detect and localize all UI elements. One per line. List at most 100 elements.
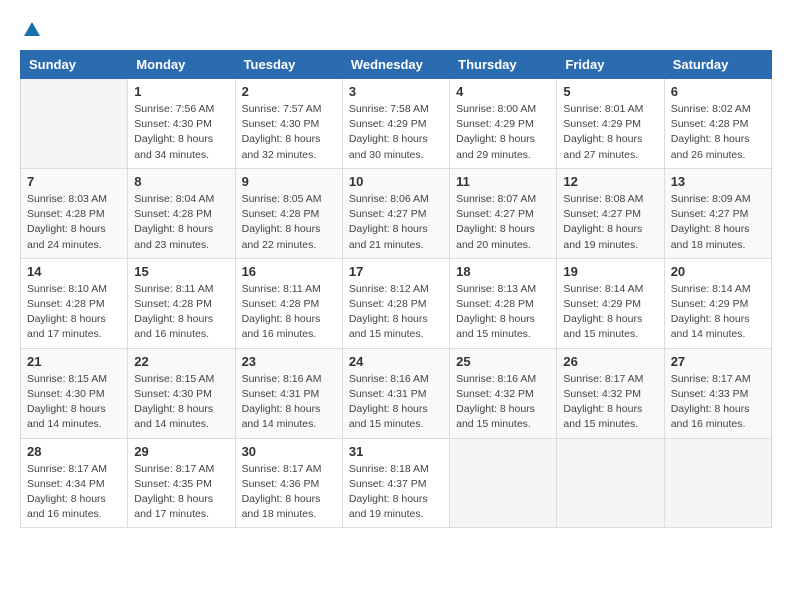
day-number: 29 (134, 444, 228, 459)
calendar-cell: 20 Sunrise: 8:14 AM Sunset: 4:29 PM Dayli… (664, 258, 771, 348)
day-number: 1 (134, 84, 228, 99)
calendar-cell: 8 Sunrise: 8:04 AM Sunset: 4:28 PM Daylig… (128, 168, 235, 258)
day-info: Sunrise: 8:10 AM Sunset: 4:28 PM Dayligh… (27, 282, 121, 343)
day-info: Sunrise: 8:18 AM Sunset: 4:37 PM Dayligh… (349, 462, 443, 523)
day-number: 9 (242, 174, 336, 189)
calendar-cell: 6Sunrise: 8:02 AM Sunset: 4:28 PM Daylig… (664, 79, 771, 169)
calendar-cell: 13Sunrise: 8:09 AM Sunset: 4:27 PM Dayli… (664, 168, 771, 258)
calendar-week-row: 28 Sunrise: 8:17 AM Sunset: 4:34 PM Dayli… (21, 438, 772, 528)
calendar-cell: 11 Sunrise: 8:07 AM Sunset: 4:27 PM Dayli… (450, 168, 557, 258)
calendar-header-tuesday: Tuesday (235, 51, 342, 79)
calendar-header-wednesday: Wednesday (342, 51, 449, 79)
calendar-table: SundayMondayTuesdayWednesdayThursdayFrid… (20, 50, 772, 528)
calendar-header-monday: Monday (128, 51, 235, 79)
day-info: Sunrise: 8:06 AM Sunset: 4:27 PM Dayligh… (349, 192, 443, 253)
day-number: 25 (456, 354, 550, 369)
calendar-cell: 1 Sunrise: 7:56 AM Sunset: 4:30 PM Daylig… (128, 79, 235, 169)
day-number: 12 (563, 174, 657, 189)
calendar-cell: 4 Sunrise: 8:00 AM Sunset: 4:29 PM Daylig… (450, 79, 557, 169)
day-number: 13 (671, 174, 765, 189)
day-info: Sunrise: 7:56 AM Sunset: 4:30 PM Dayligh… (134, 102, 228, 163)
day-number: 19 (563, 264, 657, 279)
day-number: 11 (456, 174, 550, 189)
day-info: Sunrise: 8:16 AM Sunset: 4:31 PM Dayligh… (349, 372, 443, 433)
day-info: Sunrise: 8:13 AM Sunset: 4:28 PM Dayligh… (456, 282, 550, 343)
calendar-header-row: SundayMondayTuesdayWednesdayThursdayFrid… (21, 51, 772, 79)
page-header (20, 20, 772, 40)
calendar-cell: 30 Sunrise: 8:17 AM Sunset: 4:36 PM Dayli… (235, 438, 342, 528)
day-info: Sunrise: 8:01 AM Sunset: 4:29 PM Dayligh… (563, 102, 657, 163)
calendar-cell: 19 Sunrise: 8:14 AM Sunset: 4:29 PM Dayli… (557, 258, 664, 348)
calendar-header-sunday: Sunday (21, 51, 128, 79)
calendar-cell: 10 Sunrise: 8:06 AM Sunset: 4:27 PM Dayli… (342, 168, 449, 258)
day-info: Sunrise: 8:04 AM Sunset: 4:28 PM Dayligh… (134, 192, 228, 253)
day-info: Sunrise: 8:07 AM Sunset: 4:27 PM Dayligh… (456, 192, 550, 253)
calendar-cell: 27 Sunrise: 8:17 AM Sunset: 4:33 PM Dayli… (664, 348, 771, 438)
day-number: 26 (563, 354, 657, 369)
day-info: Sunrise: 8:05 AM Sunset: 4:28 PM Dayligh… (242, 192, 336, 253)
day-number: 3 (349, 84, 443, 99)
day-info: Sunrise: 8:17 AM Sunset: 4:36 PM Dayligh… (242, 462, 336, 523)
day-number: 27 (671, 354, 765, 369)
day-number: 31 (349, 444, 443, 459)
logo-icon (22, 20, 42, 40)
day-info: Sunrise: 8:16 AM Sunset: 4:32 PM Dayligh… (456, 372, 550, 433)
calendar-cell: 24 Sunrise: 8:16 AM Sunset: 4:31 PM Dayli… (342, 348, 449, 438)
day-number: 23 (242, 354, 336, 369)
day-info: Sunrise: 8:14 AM Sunset: 4:29 PM Dayligh… (671, 282, 765, 343)
calendar-week-row: 7Sunrise: 8:03 AM Sunset: 4:28 PM Daylig… (21, 168, 772, 258)
calendar-cell: 17 Sunrise: 8:12 AM Sunset: 4:28 PM Dayli… (342, 258, 449, 348)
day-info: Sunrise: 8:15 AM Sunset: 4:30 PM Dayligh… (134, 372, 228, 433)
day-number: 15 (134, 264, 228, 279)
day-info: Sunrise: 8:17 AM Sunset: 4:33 PM Dayligh… (671, 372, 765, 433)
day-number: 16 (242, 264, 336, 279)
day-number: 2 (242, 84, 336, 99)
day-number: 10 (349, 174, 443, 189)
calendar-cell: 26 Sunrise: 8:17 AM Sunset: 4:32 PM Dayli… (557, 348, 664, 438)
calendar-cell: 14 Sunrise: 8:10 AM Sunset: 4:28 PM Dayli… (21, 258, 128, 348)
calendar-cell: 18 Sunrise: 8:13 AM Sunset: 4:28 PM Dayli… (450, 258, 557, 348)
calendar-cell: 31 Sunrise: 8:18 AM Sunset: 4:37 PM Dayli… (342, 438, 449, 528)
calendar-cell: 16 Sunrise: 8:11 AM Sunset: 4:28 PM Dayli… (235, 258, 342, 348)
calendar-cell: 5 Sunrise: 8:01 AM Sunset: 4:29 PM Daylig… (557, 79, 664, 169)
calendar-header-saturday: Saturday (664, 51, 771, 79)
calendar-cell: 23Sunrise: 8:16 AM Sunset: 4:31 PM Dayli… (235, 348, 342, 438)
calendar-cell: 9 Sunrise: 8:05 AM Sunset: 4:28 PM Daylig… (235, 168, 342, 258)
day-number: 8 (134, 174, 228, 189)
day-info: Sunrise: 8:17 AM Sunset: 4:32 PM Dayligh… (563, 372, 657, 433)
calendar-week-row: 14 Sunrise: 8:10 AM Sunset: 4:28 PM Dayli… (21, 258, 772, 348)
day-number: 24 (349, 354, 443, 369)
day-info: Sunrise: 8:15 AM Sunset: 4:30 PM Dayligh… (27, 372, 121, 433)
calendar-cell (664, 438, 771, 528)
day-info: Sunrise: 8:11 AM Sunset: 4:28 PM Dayligh… (242, 282, 336, 343)
calendar-cell (21, 79, 128, 169)
calendar-header-friday: Friday (557, 51, 664, 79)
day-info: Sunrise: 7:57 AM Sunset: 4:30 PM Dayligh… (242, 102, 336, 163)
day-number: 4 (456, 84, 550, 99)
calendar-cell: 22 Sunrise: 8:15 AM Sunset: 4:30 PM Dayli… (128, 348, 235, 438)
calendar-cell: 28 Sunrise: 8:17 AM Sunset: 4:34 PM Dayli… (21, 438, 128, 528)
calendar-cell: 2 Sunrise: 7:57 AM Sunset: 4:30 PM Daylig… (235, 79, 342, 169)
day-info: Sunrise: 8:17 AM Sunset: 4:34 PM Dayligh… (27, 462, 121, 523)
calendar-cell (450, 438, 557, 528)
day-info: Sunrise: 8:02 AM Sunset: 4:28 PM Dayligh… (671, 102, 765, 163)
day-info: Sunrise: 8:14 AM Sunset: 4:29 PM Dayligh… (563, 282, 657, 343)
day-info: Sunrise: 8:00 AM Sunset: 4:29 PM Dayligh… (456, 102, 550, 163)
day-number: 30 (242, 444, 336, 459)
day-info: Sunrise: 8:08 AM Sunset: 4:27 PM Dayligh… (563, 192, 657, 253)
day-number: 18 (456, 264, 550, 279)
day-info: Sunrise: 8:12 AM Sunset: 4:28 PM Dayligh… (349, 282, 443, 343)
calendar-header-thursday: Thursday (450, 51, 557, 79)
day-number: 14 (27, 264, 121, 279)
day-number: 20 (671, 264, 765, 279)
day-number: 28 (27, 444, 121, 459)
calendar-cell: 25 Sunrise: 8:16 AM Sunset: 4:32 PM Dayli… (450, 348, 557, 438)
calendar-cell: 29Sunrise: 8:17 AM Sunset: 4:35 PM Dayli… (128, 438, 235, 528)
day-number: 22 (134, 354, 228, 369)
day-info: Sunrise: 8:03 AM Sunset: 4:28 PM Dayligh… (27, 192, 121, 253)
calendar-cell: 21Sunrise: 8:15 AM Sunset: 4:30 PM Dayli… (21, 348, 128, 438)
calendar-week-row: 21Sunrise: 8:15 AM Sunset: 4:30 PM Dayli… (21, 348, 772, 438)
day-number: 17 (349, 264, 443, 279)
day-number: 5 (563, 84, 657, 99)
day-info: Sunrise: 8:11 AM Sunset: 4:28 PM Dayligh… (134, 282, 228, 343)
